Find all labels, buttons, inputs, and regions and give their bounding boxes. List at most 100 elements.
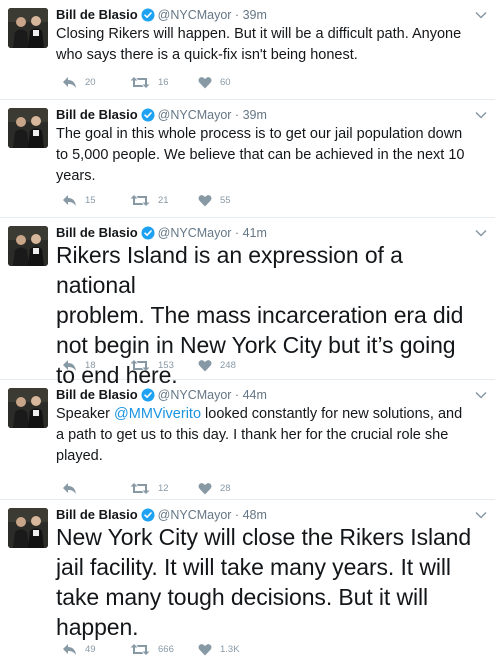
retweet-button[interactable]: 153 xyxy=(130,357,174,373)
retweet-icon xyxy=(130,482,150,494)
reply-button[interactable]: 15 xyxy=(62,192,96,208)
tweet-text: The goal in this whole process is to get… xyxy=(56,124,487,187)
like-count: 55 xyxy=(220,194,231,206)
tweet-text: Closing Rikers will happen. But it will … xyxy=(56,24,487,66)
avatar[interactable] xyxy=(8,388,48,428)
reply-count: 15 xyxy=(85,194,96,206)
like-count: 248 xyxy=(220,359,236,371)
reply-icon xyxy=(63,194,76,206)
tweet-text-line: who says there is a quick-fix isn't bein… xyxy=(56,47,358,63)
like-button[interactable]: 55 xyxy=(198,192,231,208)
reply-button[interactable]: 20 xyxy=(62,74,96,90)
heart-icon xyxy=(198,359,212,371)
retweet-button[interactable]: 16 xyxy=(130,74,169,90)
tweet-text-suffix: looked constantly for new solutions, and xyxy=(201,406,463,422)
retweet-button[interactable]: 21 xyxy=(130,192,169,208)
tweet-header: Bill de Blasio @NYCMayor · 39m xyxy=(56,6,471,24)
timestamp[interactable]: 44m xyxy=(243,388,267,402)
avatar[interactable] xyxy=(8,508,48,548)
avatar[interactable] xyxy=(8,8,48,48)
author-name[interactable]: Bill de Blasio xyxy=(56,107,138,122)
separator-dot: · xyxy=(231,388,243,402)
like-count: 60 xyxy=(220,76,231,88)
reply-icon xyxy=(63,482,76,494)
retweet-icon xyxy=(130,643,150,655)
separator-dot: · xyxy=(231,8,243,22)
timestamp[interactable]: 48m xyxy=(243,508,267,522)
retweet-count: 16 xyxy=(158,76,169,88)
tweet-text-line: jail facility. It will take many years. … xyxy=(56,554,451,580)
retweet-icon xyxy=(130,359,150,371)
author-handle[interactable]: @NYCMayor xyxy=(158,388,232,402)
tweet-text-line: Closing Rikers will happen. But it will … xyxy=(56,26,462,42)
separator-dot: · xyxy=(231,226,243,240)
chevron-down-icon[interactable] xyxy=(475,6,487,24)
timestamp[interactable]: 39m xyxy=(243,108,267,122)
reply-count: 49 xyxy=(85,643,96,655)
like-button[interactable]: 60 xyxy=(198,74,231,90)
reply-count: 20 xyxy=(85,76,96,88)
author-handle[interactable]: @NYCMayor xyxy=(158,508,232,522)
reply-count: 18 xyxy=(85,359,96,371)
tweet-header: Bill de Blasio @NYCMayor · 39m xyxy=(56,106,471,124)
tweet-text-line: Rikers Island is an expression of a nati… xyxy=(56,242,403,298)
like-count: 1.3K xyxy=(220,643,240,655)
retweet-count: 12 xyxy=(158,482,169,494)
tweet[interactable]: Bill de Blasio @NYCMayor · 48m New York C… xyxy=(0,500,495,665)
heart-icon xyxy=(198,194,212,206)
reply-button[interactable] xyxy=(62,480,85,496)
author-name[interactable]: Bill de Blasio xyxy=(56,7,138,22)
tweet-text-line: a path to get us to this day. I thank he… xyxy=(56,427,449,443)
avatar[interactable] xyxy=(8,226,48,266)
like-button[interactable]: 248 xyxy=(198,357,236,373)
tweet-text: Rikers Island is an expression of a nati… xyxy=(56,240,487,390)
timestamp[interactable]: 41m xyxy=(243,226,267,240)
timestamp[interactable]: 39m xyxy=(243,8,267,22)
tweet-text-line: problem. The mass incarceration era did xyxy=(56,302,464,328)
mention-link[interactable]: @MMViverito xyxy=(114,406,201,422)
like-button[interactable]: 28 xyxy=(198,480,231,496)
reply-icon xyxy=(63,359,76,371)
author-handle[interactable]: @NYCMayor xyxy=(158,226,232,240)
like-button[interactable]: 1.3K xyxy=(198,641,240,657)
reply-button[interactable]: 49 xyxy=(62,641,96,657)
author-name[interactable]: Bill de Blasio xyxy=(56,387,138,402)
author-name[interactable]: Bill de Blasio xyxy=(56,225,138,240)
tweet[interactable]: Bill de Blasio @NYCMayor · 39m Closing Ri… xyxy=(0,0,495,100)
tweet[interactable]: Bill de Blasio @NYCMayor · 41m Rikers Isl… xyxy=(0,218,495,388)
retweet-icon xyxy=(130,76,150,88)
tweet-text-line: played. xyxy=(56,448,103,464)
retweet-icon xyxy=(130,194,150,206)
heart-icon xyxy=(198,482,212,494)
like-count: 28 xyxy=(220,482,231,494)
tweet[interactable]: Bill de Blasio @NYCMayor · 44m Speaker @M… xyxy=(0,380,495,500)
retweet-count: 21 xyxy=(158,194,169,206)
tweet-text-line: not begin in New York City but it’s goin… xyxy=(56,332,456,358)
retweet-button[interactable]: 666 xyxy=(130,641,174,657)
reply-button[interactable]: 18 xyxy=(62,357,96,373)
chevron-down-icon[interactable] xyxy=(475,106,487,124)
retweet-count: 666 xyxy=(158,643,174,655)
tweet-text: Speaker @MMViverito looked constantly fo… xyxy=(56,404,487,467)
reply-icon xyxy=(63,76,76,88)
tweet-text-line: New York City will close the Rikers Isla… xyxy=(56,524,472,550)
tweet-text-line: years. xyxy=(56,168,96,184)
heart-icon xyxy=(198,76,212,88)
author-handle[interactable]: @NYCMayor xyxy=(158,108,232,122)
tweet-text-line: to 5,000 people. We believe that can be … xyxy=(56,147,465,163)
reply-icon xyxy=(63,643,76,655)
tweet[interactable]: Bill de Blasio @NYCMayor · 39m The goal i… xyxy=(0,100,495,218)
avatar[interactable] xyxy=(8,108,48,148)
tweet-text-line: The goal in this whole process is to get… xyxy=(56,126,463,142)
tweet-text-line: happen. xyxy=(56,614,139,640)
separator-dot: · xyxy=(231,508,243,522)
retweet-button[interactable]: 12 xyxy=(130,480,169,496)
tweet-text: New York City will close the Rikers Isla… xyxy=(56,522,487,642)
tweet-text-line: Speaker @MMViverito looked constantly fo… xyxy=(56,404,487,425)
tweet-text-prefix: Speaker xyxy=(56,406,115,422)
author-name[interactable]: Bill de Blasio xyxy=(56,507,138,522)
author-handle[interactable]: @NYCMayor xyxy=(158,8,232,22)
retweet-count: 153 xyxy=(158,359,174,371)
tweet-text-line: take many tough decisions. But it will xyxy=(56,584,429,610)
chevron-down-icon[interactable] xyxy=(475,386,487,404)
